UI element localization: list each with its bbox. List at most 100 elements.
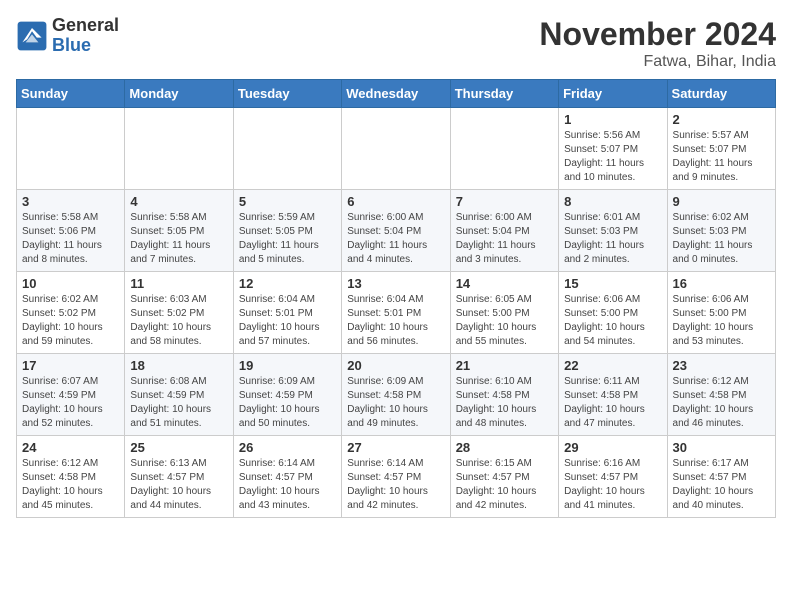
calendar-day-cell: 17 Sunrise: 6:07 AM Sunset: 4:59 PM Dayli… (17, 354, 125, 436)
day-info: Sunrise: 5:57 AM Sunset: 5:07 PM Dayligh… (673, 129, 770, 185)
day-info: Sunrise: 6:04 AM Sunset: 5:01 PM Dayligh… (347, 293, 444, 349)
day-number: 2 (673, 112, 770, 127)
day-number: 8 (564, 194, 661, 209)
day-number: 3 (22, 194, 119, 209)
calendar-day-cell (17, 108, 125, 190)
day-info: Sunrise: 6:02 AM Sunset: 5:02 PM Dayligh… (22, 293, 119, 349)
day-info: Sunrise: 6:14 AM Sunset: 4:57 PM Dayligh… (347, 457, 444, 513)
calendar-table: SundayMondayTuesdayWednesdayThursdayFrid… (16, 79, 776, 518)
day-info: Sunrise: 6:12 AM Sunset: 4:58 PM Dayligh… (22, 457, 119, 513)
weekday-header-cell: Saturday (667, 80, 775, 108)
day-info: Sunrise: 6:10 AM Sunset: 4:58 PM Dayligh… (456, 375, 553, 431)
day-number: 13 (347, 276, 444, 291)
calendar-day-cell: 9Sunrise: 6:02 AM Sunset: 5:03 PM Daylig… (667, 190, 775, 272)
day-info: Sunrise: 6:06 AM Sunset: 5:00 PM Dayligh… (564, 293, 661, 349)
day-number: 21 (456, 358, 553, 373)
calendar-week-row: 1 Sunrise: 5:56 AM Sunset: 5:07 PM Daylig… (17, 108, 776, 190)
day-info: Sunrise: 6:04 AM Sunset: 5:01 PM Dayligh… (239, 293, 336, 349)
title-area: November 2024 Fatwa, Bihar, India (539, 16, 776, 71)
logo: General Blue (16, 16, 119, 56)
day-info: Sunrise: 6:05 AM Sunset: 5:00 PM Dayligh… (456, 293, 553, 349)
calendar-day-cell: 23 Sunrise: 6:12 AM Sunset: 4:58 PM Dayli… (667, 354, 775, 436)
calendar-day-cell: 19 Sunrise: 6:09 AM Sunset: 4:59 PM Dayli… (233, 354, 341, 436)
day-info: Sunrise: 6:15 AM Sunset: 4:57 PM Dayligh… (456, 457, 553, 513)
calendar-day-cell: 14Sunrise: 6:05 AM Sunset: 5:00 PM Dayli… (450, 272, 558, 354)
header: General Blue November 2024 Fatwa, Bihar,… (16, 16, 776, 71)
day-number: 9 (673, 194, 770, 209)
logo-blue-text: Blue (52, 36, 119, 56)
calendar-day-cell (125, 108, 233, 190)
day-info: Sunrise: 6:00 AM Sunset: 5:04 PM Dayligh… (347, 211, 444, 267)
day-info: Sunrise: 6:16 AM Sunset: 4:57 PM Dayligh… (564, 457, 661, 513)
calendar-day-cell: 8 Sunrise: 6:01 AM Sunset: 5:03 PM Daylig… (559, 190, 667, 272)
day-info: Sunrise: 5:56 AM Sunset: 5:07 PM Dayligh… (564, 129, 661, 185)
calendar-day-cell (450, 108, 558, 190)
day-info: Sunrise: 6:06 AM Sunset: 5:00 PM Dayligh… (673, 293, 770, 349)
weekday-header-cell: Tuesday (233, 80, 341, 108)
day-number: 29 (564, 440, 661, 455)
calendar-day-cell: 29 Sunrise: 6:16 AM Sunset: 4:57 PM Dayli… (559, 436, 667, 518)
day-number: 18 (130, 358, 227, 373)
calendar-day-cell: 27 Sunrise: 6:14 AM Sunset: 4:57 PM Dayli… (342, 436, 450, 518)
weekday-header-cell: Sunday (17, 80, 125, 108)
day-number: 5 (239, 194, 336, 209)
calendar-week-row: 3 Sunrise: 5:58 AM Sunset: 5:06 PM Daylig… (17, 190, 776, 272)
calendar-day-cell: 22 Sunrise: 6:11 AM Sunset: 4:58 PM Dayli… (559, 354, 667, 436)
weekday-header-cell: Wednesday (342, 80, 450, 108)
calendar-day-cell: 15 Sunrise: 6:06 AM Sunset: 5:00 PM Dayli… (559, 272, 667, 354)
day-info: Sunrise: 6:01 AM Sunset: 5:03 PM Dayligh… (564, 211, 661, 267)
day-number: 26 (239, 440, 336, 455)
day-number: 23 (673, 358, 770, 373)
calendar-body: 1 Sunrise: 5:56 AM Sunset: 5:07 PM Daylig… (17, 108, 776, 518)
day-number: 27 (347, 440, 444, 455)
calendar-day-cell: 7Sunrise: 6:00 AM Sunset: 5:04 PM Daylig… (450, 190, 558, 272)
calendar-week-row: 10 Sunrise: 6:02 AM Sunset: 5:02 PM Dayli… (17, 272, 776, 354)
weekday-header-cell: Friday (559, 80, 667, 108)
day-number: 15 (564, 276, 661, 291)
day-info: Sunrise: 5:58 AM Sunset: 5:06 PM Dayligh… (22, 211, 119, 267)
day-info: Sunrise: 6:11 AM Sunset: 4:58 PM Dayligh… (564, 375, 661, 431)
calendar-day-cell: 26Sunrise: 6:14 AM Sunset: 4:57 PM Dayli… (233, 436, 341, 518)
day-info: Sunrise: 6:03 AM Sunset: 5:02 PM Dayligh… (130, 293, 227, 349)
calendar-day-cell (342, 108, 450, 190)
day-number: 7 (456, 194, 553, 209)
day-info: Sunrise: 5:58 AM Sunset: 5:05 PM Dayligh… (130, 211, 227, 267)
day-info: Sunrise: 6:07 AM Sunset: 4:59 PM Dayligh… (22, 375, 119, 431)
day-number: 4 (130, 194, 227, 209)
calendar-day-cell: 13 Sunrise: 6:04 AM Sunset: 5:01 PM Dayli… (342, 272, 450, 354)
day-number: 30 (673, 440, 770, 455)
day-number: 6 (347, 194, 444, 209)
calendar-day-cell: 20 Sunrise: 6:09 AM Sunset: 4:58 PM Dayli… (342, 354, 450, 436)
calendar-day-cell: 24Sunrise: 6:12 AM Sunset: 4:58 PM Dayli… (17, 436, 125, 518)
calendar-day-cell: 11 Sunrise: 6:03 AM Sunset: 5:02 PM Dayli… (125, 272, 233, 354)
calendar-day-cell: 5 Sunrise: 5:59 AM Sunset: 5:05 PM Daylig… (233, 190, 341, 272)
day-info: Sunrise: 6:08 AM Sunset: 4:59 PM Dayligh… (130, 375, 227, 431)
day-number: 10 (22, 276, 119, 291)
day-info: Sunrise: 5:59 AM Sunset: 5:05 PM Dayligh… (239, 211, 336, 267)
calendar-day-cell: 21 Sunrise: 6:10 AM Sunset: 4:58 PM Dayli… (450, 354, 558, 436)
day-number: 11 (130, 276, 227, 291)
day-number: 22 (564, 358, 661, 373)
day-info: Sunrise: 6:09 AM Sunset: 4:59 PM Dayligh… (239, 375, 336, 431)
weekday-header-cell: Thursday (450, 80, 558, 108)
weekday-header-cell: Monday (125, 80, 233, 108)
day-number: 28 (456, 440, 553, 455)
calendar-day-cell: 3 Sunrise: 5:58 AM Sunset: 5:06 PM Daylig… (17, 190, 125, 272)
logo-general-text: General (52, 16, 119, 36)
day-info: Sunrise: 6:12 AM Sunset: 4:58 PM Dayligh… (673, 375, 770, 431)
day-number: 12 (239, 276, 336, 291)
location-title: Fatwa, Bihar, India (539, 53, 776, 71)
calendar-day-cell: 18 Sunrise: 6:08 AM Sunset: 4:59 PM Dayli… (125, 354, 233, 436)
day-number: 17 (22, 358, 119, 373)
day-info: Sunrise: 6:09 AM Sunset: 4:58 PM Dayligh… (347, 375, 444, 431)
day-info: Sunrise: 6:17 AM Sunset: 4:57 PM Dayligh… (673, 457, 770, 513)
day-info: Sunrise: 6:13 AM Sunset: 4:57 PM Dayligh… (130, 457, 227, 513)
calendar-day-cell: 1 Sunrise: 5:56 AM Sunset: 5:07 PM Daylig… (559, 108, 667, 190)
weekday-header-row: SundayMondayTuesdayWednesdayThursdayFrid… (17, 80, 776, 108)
day-number: 1 (564, 112, 661, 127)
day-number: 19 (239, 358, 336, 373)
calendar-day-cell: 6 Sunrise: 6:00 AM Sunset: 5:04 PM Daylig… (342, 190, 450, 272)
month-title: November 2024 (539, 16, 776, 53)
day-number: 25 (130, 440, 227, 455)
day-number: 20 (347, 358, 444, 373)
